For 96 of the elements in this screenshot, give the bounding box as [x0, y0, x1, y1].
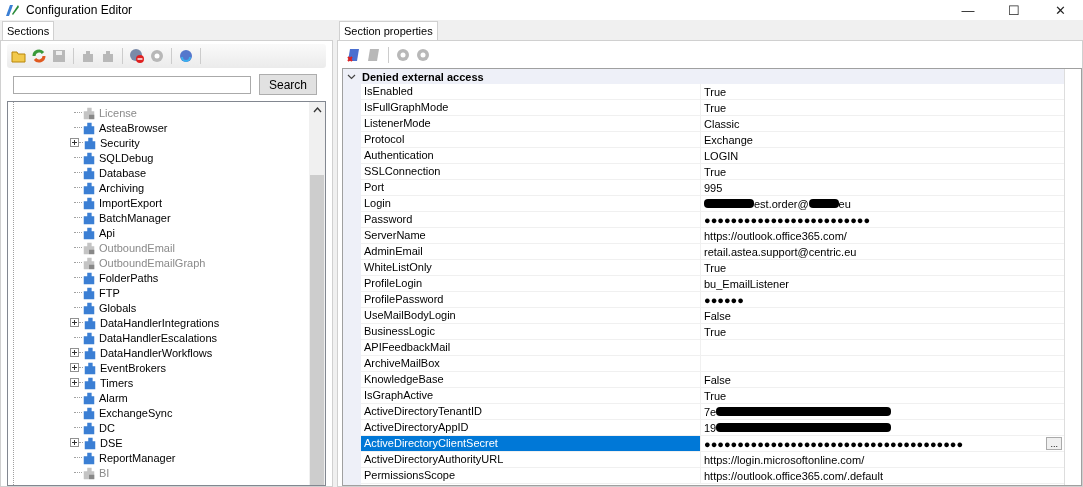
tree-item[interactable]: Timers — [100, 376, 134, 389]
expand-icon[interactable] — [70, 363, 79, 372]
property-name[interactable]: IsFullGraphMode — [361, 100, 701, 115]
property-value: 7e — [704, 405, 717, 418]
property-name[interactable]: ActiveDirectoryAuthorityURL — [361, 452, 701, 467]
minimize-button[interactable]: — — [945, 2, 991, 18]
tree-item[interactable]: Globals — [99, 301, 137, 314]
tree-item[interactable]: DataHandlerEscalations — [99, 331, 217, 344]
property-name[interactable]: UseMailBodyLogin — [361, 308, 701, 323]
property-value: ●●●●●● — [704, 293, 744, 306]
property-value: ●●●●●●●●●●●●●●●●●●●●●●●●●●●●●●●●●●●●●●● — [704, 437, 964, 450]
expand-icon[interactable] — [70, 318, 79, 327]
tree-item[interactable]: ExchangeSync — [99, 406, 173, 419]
tree-item[interactable]: DSE — [100, 436, 123, 449]
browse-button[interactable]: ... — [1046, 437, 1062, 450]
section-properties-tab[interactable]: Section properties — [339, 21, 438, 40]
tree-item[interactable]: Alarm — [99, 391, 128, 404]
property-value: https://outlook.office365.com/ — [704, 229, 847, 242]
maximize-button[interactable]: ☐ — [991, 2, 1037, 18]
app-icon — [4, 2, 20, 18]
property-value: True — [704, 165, 727, 178]
property-value: eu — [838, 197, 851, 210]
tree-item[interactable]: DC — [99, 421, 115, 434]
tree-item[interactable]: BatchManager — [99, 211, 171, 224]
property-name[interactable]: Port — [361, 180, 701, 195]
tree-item[interactable]: AsteaBrowser — [99, 121, 168, 134]
tree-item[interactable]: ReportManager — [99, 451, 176, 464]
tree-item[interactable]: Security — [100, 136, 140, 149]
refresh-icon[interactable] — [31, 48, 47, 64]
search-button[interactable]: Search — [259, 74, 317, 95]
property-value: True — [704, 325, 727, 338]
folder-icon[interactable] — [11, 48, 27, 64]
tree-item[interactable]: DataHandlerWorkflows — [100, 346, 213, 359]
property-value: Exchange — [704, 133, 753, 146]
property-value: est.order@ — [754, 197, 809, 210]
scrollbar[interactable] — [309, 102, 325, 485]
redaction-mark — [704, 199, 754, 208]
close-button[interactable]: ✕ — [1037, 2, 1083, 18]
property-value: False — [704, 373, 731, 386]
property-name[interactable]: SSLConnection — [361, 164, 701, 179]
property-value: True — [704, 101, 727, 114]
property-value: True — [704, 261, 727, 274]
property-value: 995 — [704, 181, 723, 194]
property-name[interactable]: ProfilePassword — [361, 292, 701, 307]
property-name[interactable]: ServerName — [361, 228, 701, 243]
search-field[interactable] — [13, 75, 251, 94]
property-name[interactable]: BusinessLogic — [361, 324, 701, 339]
tree-item[interactable]: Api — [99, 226, 115, 239]
property-name[interactable]: ListenerMode — [361, 116, 701, 131]
script-remove-icon[interactable] — [346, 47, 362, 63]
property-name[interactable]: Protocol — [361, 132, 701, 147]
sections-tab[interactable]: Sections — [2, 21, 55, 40]
expand-icon[interactable] — [70, 348, 79, 357]
tree-item[interactable]: FolderPaths — [99, 271, 159, 284]
property-value: https://outlook.office365.com/.default — [704, 469, 883, 482]
property-name[interactable]: Password — [361, 212, 701, 227]
property-name[interactable]: AdminEmail — [361, 244, 701, 259]
tree-item[interactable]: EventBrokers — [100, 361, 167, 374]
property-name[interactable]: APIFeedbackMail — [361, 340, 701, 355]
gear-remove-icon[interactable] — [129, 48, 145, 64]
tree-item[interactable]: FTP — [99, 286, 120, 299]
property-value: True — [704, 389, 727, 402]
property-name[interactable]: IsGraphActive — [361, 388, 701, 403]
property-name[interactable]: IsEnabled — [361, 84, 701, 99]
property-name[interactable]: ActiveDirectoryAppID — [361, 420, 701, 435]
window-title: Configuration Editor — [26, 3, 133, 17]
property-value: LOGIN — [704, 149, 739, 162]
property-name[interactable]: Login — [361, 196, 701, 211]
property-value: bu_EmailListener — [704, 277, 789, 290]
property-name[interactable]: WhiteListOnly — [361, 260, 701, 275]
tree-item[interactable]: Archiving — [99, 181, 145, 194]
property-value: 19 — [704, 421, 717, 434]
property-name[interactable]: PermissionsScope — [361, 468, 701, 483]
gear-sync-icon[interactable] — [178, 48, 194, 64]
property-value: retail.astea.support@centric.eu — [704, 245, 857, 258]
property-name[interactable]: ArchiveMailBox — [361, 356, 701, 371]
tree-item[interactable]: DataHandlerIntegrations — [100, 316, 220, 329]
property-name[interactable]: Authentication — [361, 148, 701, 163]
property-value: https://login.microsoftonline.com/ — [704, 453, 865, 466]
property-name[interactable]: KnowledgeBase — [361, 372, 701, 387]
property-name[interactable]: ActiveDirectoryClientSecret — [361, 436, 701, 451]
tree-item[interactable]: SQLDebug — [99, 151, 154, 164]
property-value: True — [704, 85, 727, 98]
expand-icon[interactable] — [70, 138, 79, 147]
property-name[interactable]: ProfileLogin — [361, 276, 701, 291]
redaction-mark — [808, 199, 839, 208]
tree-item[interactable]: Database — [99, 166, 147, 179]
property-name[interactable]: ActiveDirectoryTenantID — [361, 404, 701, 419]
tree-item[interactable]: ImportExport — [99, 196, 162, 209]
property-value: Classic — [704, 117, 740, 130]
property-value: ●●●●●●●●●●●●●●●●●●●●●●●●● — [704, 213, 871, 226]
category-title: Denied external access — [362, 70, 484, 83]
expand-icon[interactable] — [70, 378, 79, 387]
expand-icon[interactable] — [70, 438, 79, 447]
collapse-icon[interactable] — [347, 72, 356, 81]
property-value: False — [704, 309, 731, 322]
